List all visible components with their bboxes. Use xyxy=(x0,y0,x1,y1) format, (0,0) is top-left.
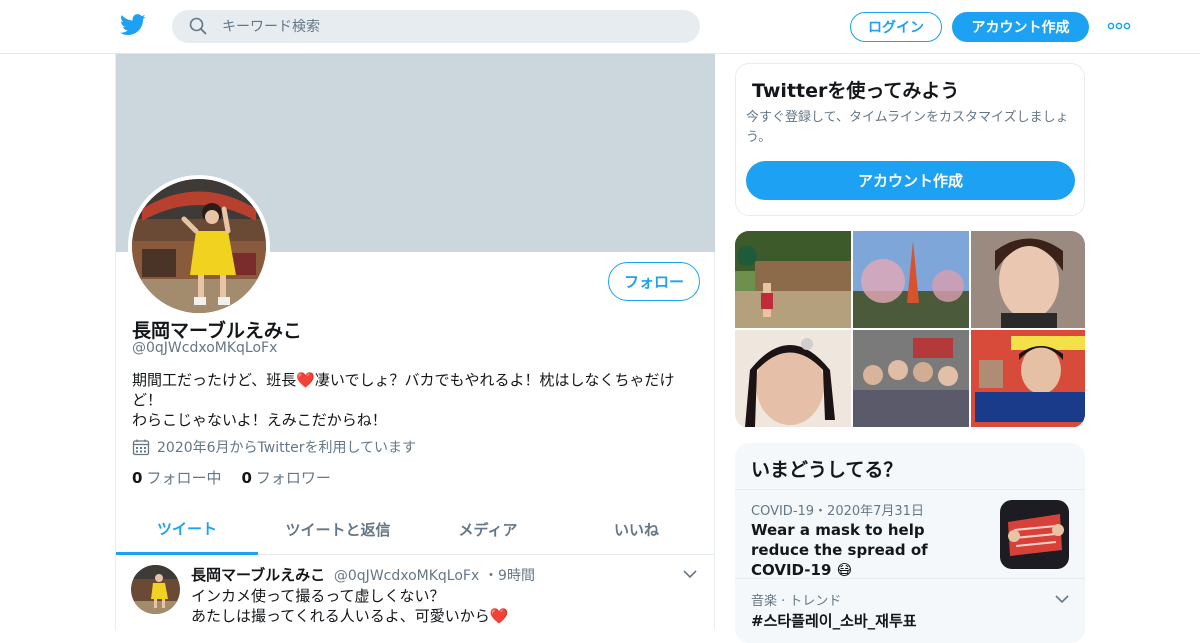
media-thumbnail[interactable] xyxy=(971,330,1085,427)
search-bar[interactable] xyxy=(172,10,700,43)
tab-tweets-and-replies[interactable]: ツイートと返信 xyxy=(258,504,418,555)
tweet-avatar[interactable] xyxy=(131,565,180,614)
trend-meta: 音楽 · トレンド xyxy=(751,594,842,609)
trend-meta: COVID-19・2020年7月31日 xyxy=(751,504,924,519)
trend-headline: Wear a mask to help reduce the spread of… xyxy=(751,521,928,579)
follow-button[interactable]: フォロー xyxy=(608,262,700,301)
tab-tweets[interactable]: ツイート xyxy=(116,504,258,555)
media-thumbnail[interactable] xyxy=(971,231,1085,328)
media-thumbnail[interactable] xyxy=(853,231,969,328)
profile-display-name: 長岡マーブルえみこ xyxy=(132,320,302,342)
tweet-author-handle[interactable]: @0qJWcdxoMKqLoFx xyxy=(334,568,479,584)
followers-label: フォロワー xyxy=(255,469,331,487)
following-stat[interactable]: 0 フォロー中 xyxy=(132,467,221,488)
followers-stat[interactable]: 0 フォロワー xyxy=(241,467,330,488)
bio-line: わらこじゃないよ！えみこだからね！ xyxy=(132,411,387,429)
followers-count: 0 xyxy=(241,469,252,487)
following-count: 0 xyxy=(132,469,143,487)
top-navigation-bar: ログイン アカウント作成 xyxy=(0,0,1200,54)
profile-tabs: ツイート ツイートと返信 メディア いいね xyxy=(116,504,715,555)
search-icon xyxy=(189,17,207,35)
login-button[interactable]: ログイン xyxy=(850,12,942,42)
media-thumbnail[interactable] xyxy=(735,330,851,427)
tweet-header: 長岡マーブルえみこ @0qJWcdxoMKqLoFx ・9時間 xyxy=(191,564,535,585)
tab-media[interactable]: メディア xyxy=(418,504,558,555)
trend-item[interactable]: COVID-19・2020年7月31日 Wear a mask to help … xyxy=(735,490,1085,579)
trends-panel: いまどうしてる？ COVID-19・2020年7月31日 Wear a mask… xyxy=(735,443,1085,643)
signup-button[interactable]: アカウント作成 xyxy=(952,12,1089,42)
more-dots-icon[interactable] xyxy=(1107,20,1131,32)
profile-handle: @0qJWcdxoMKqLoFx xyxy=(132,340,278,356)
signup-card-description: 今すぐ登録して、タイムラインをカスタマイズしましょう。 xyxy=(746,110,1069,145)
trends-title: いまどうしてる？ xyxy=(751,459,903,481)
signup-card-title: Twitterを使ってみよう xyxy=(752,80,960,102)
tweet-timestamp[interactable]: ・9時間 xyxy=(484,568,535,584)
joined-date: 2020年6月からTwitterを利用しています xyxy=(132,437,416,457)
trend-thumbnail xyxy=(1000,500,1069,569)
create-account-button[interactable]: アカウント作成 xyxy=(746,161,1075,200)
profile-bio: 期間工だったけど、班長❤️凄いでしょ？バカでもやれるよ！枕はしなくちゃだけど！ … xyxy=(132,370,692,430)
bio-line: 期間工だったけど、班長❤️凄いでしょ？バカでもやれるよ！枕はしなくちゃだけど！ xyxy=(132,371,675,409)
tab-likes[interactable]: いいね xyxy=(558,504,715,555)
chevron-down-icon[interactable] xyxy=(683,569,697,579)
media-thumbnail[interactable] xyxy=(853,330,969,427)
tweet-text: インカメ使って撮るって虚しくない？ あたしは撮ってくれる人いるよ、可愛いから❤️ xyxy=(191,587,509,625)
profile-avatar[interactable] xyxy=(132,179,266,313)
tweet-author-name[interactable]: 長岡マーブルえみこ xyxy=(191,566,325,584)
signup-card: Twitterを使ってみよう 今すぐ登録して、タイムラインをカスタマイズしましょ… xyxy=(735,63,1085,216)
following-label: フォロー中 xyxy=(146,469,222,487)
follow-stats: 0 フォロー中 0 フォロワー xyxy=(132,467,331,488)
search-input[interactable] xyxy=(222,10,682,43)
trend-hashtag: #스타플레이_소바_재투표 xyxy=(751,612,917,630)
media-grid xyxy=(735,231,1085,428)
chevron-down-icon[interactable] xyxy=(1055,594,1069,604)
joined-text: 2020年6月からTwitterを利用しています xyxy=(157,440,417,456)
profile-avatar-frame xyxy=(128,175,270,317)
tweet-item[interactable]: 長岡マーブルえみこ @0qJWcdxoMKqLoFx ・9時間 インカメ使って撮… xyxy=(116,555,715,635)
trend-item[interactable]: 音楽 · トレンド #스타플레이_소바_재투표 xyxy=(735,580,1085,640)
calendar-icon xyxy=(132,439,150,456)
profile-column: フォロー 長岡マーブルえみこ @0qJWcdxoMKqLoFx 期間工だったけど… xyxy=(115,54,715,630)
twitter-bird-icon[interactable] xyxy=(120,14,146,36)
media-thumbnail[interactable] xyxy=(735,231,851,328)
